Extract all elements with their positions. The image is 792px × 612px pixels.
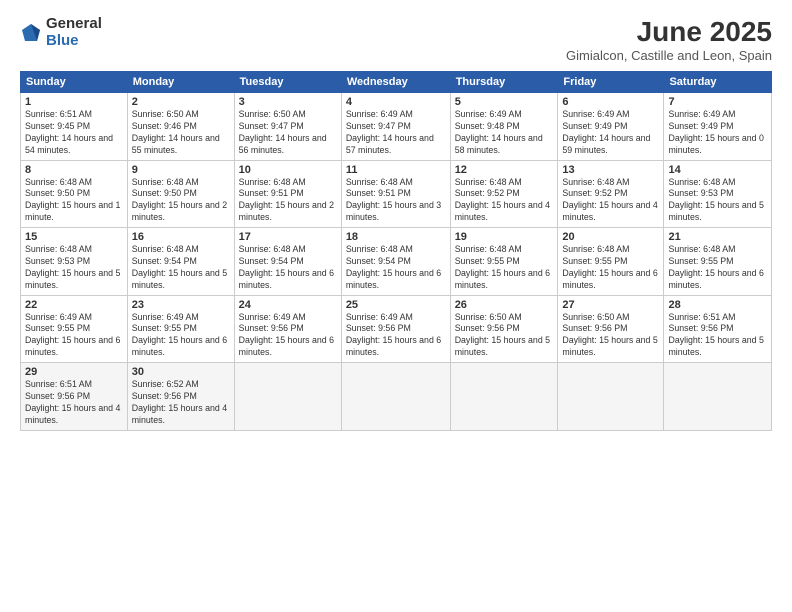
main-title: June 2025 <box>566 16 772 48</box>
week-1: 1 Sunrise: 6:51 AMSunset: 9:45 PMDayligh… <box>21 93 772 161</box>
empty-3 <box>450 363 558 431</box>
logo-icon <box>20 22 42 44</box>
day-20: 20 Sunrise: 6:48 AMSunset: 9:55 PMDaylig… <box>558 228 664 296</box>
week-5: 29 Sunrise: 6:51 AMSunset: 9:56 PMDaylig… <box>21 363 772 431</box>
week-2: 8 Sunrise: 6:48 AMSunset: 9:50 PMDayligh… <box>21 160 772 228</box>
day-17: 17 Sunrise: 6:48 AMSunset: 9:54 PMDaylig… <box>234 228 341 296</box>
logo-blue: Blue <box>46 33 102 50</box>
day-4: 4 Sunrise: 6:49 AMSunset: 9:47 PMDayligh… <box>341 93 450 161</box>
subtitle: Gimialcon, Castille and Leon, Spain <box>566 48 772 63</box>
day-13: 13 Sunrise: 6:48 AMSunset: 9:52 PMDaylig… <box>558 160 664 228</box>
day-11: 11 Sunrise: 6:48 AMSunset: 9:51 PMDaylig… <box>341 160 450 228</box>
day-23: 23 Sunrise: 6:49 AMSunset: 9:55 PMDaylig… <box>127 295 234 363</box>
logo: General Blue <box>20 16 102 49</box>
calendar: Sunday Monday Tuesday Wednesday Thursday… <box>20 71 772 431</box>
title-block: June 2025 Gimialcon, Castille and Leon, … <box>566 16 772 63</box>
day-18: 18 Sunrise: 6:48 AMSunset: 9:54 PMDaylig… <box>341 228 450 296</box>
week-3: 15 Sunrise: 6:48 AMSunset: 9:53 PMDaylig… <box>21 228 772 296</box>
empty-4 <box>558 363 664 431</box>
day-25: 25 Sunrise: 6:49 AMSunset: 9:56 PMDaylig… <box>341 295 450 363</box>
empty-5 <box>664 363 772 431</box>
header-row: Sunday Monday Tuesday Wednesday Thursday… <box>21 72 772 93</box>
col-sunday: Sunday <box>21 72 128 93</box>
day-5: 5 Sunrise: 6:49 AMSunset: 9:48 PMDayligh… <box>450 93 558 161</box>
day-28: 28 Sunrise: 6:51 AMSunset: 9:56 PMDaylig… <box>664 295 772 363</box>
day-6: 6 Sunrise: 6:49 AMSunset: 9:49 PMDayligh… <box>558 93 664 161</box>
col-tuesday: Tuesday <box>234 72 341 93</box>
empty-1 <box>234 363 341 431</box>
day-27: 27 Sunrise: 6:50 AMSunset: 9:56 PMDaylig… <box>558 295 664 363</box>
day-14: 14 Sunrise: 6:48 AMSunset: 9:53 PMDaylig… <box>664 160 772 228</box>
col-wednesday: Wednesday <box>341 72 450 93</box>
col-monday: Monday <box>127 72 234 93</box>
day-10: 10 Sunrise: 6:48 AMSunset: 9:51 PMDaylig… <box>234 160 341 228</box>
col-friday: Friday <box>558 72 664 93</box>
day-1: 1 Sunrise: 6:51 AMSunset: 9:45 PMDayligh… <box>21 93 128 161</box>
day-26: 26 Sunrise: 6:50 AMSunset: 9:56 PMDaylig… <box>450 295 558 363</box>
day-29: 29 Sunrise: 6:51 AMSunset: 9:56 PMDaylig… <box>21 363 128 431</box>
logo-text: General Blue <box>46 16 102 49</box>
day-7: 7 Sunrise: 6:49 AMSunset: 9:49 PMDayligh… <box>664 93 772 161</box>
col-saturday: Saturday <box>664 72 772 93</box>
empty-2 <box>341 363 450 431</box>
day-3: 3 Sunrise: 6:50 AMSunset: 9:47 PMDayligh… <box>234 93 341 161</box>
day-15: 15 Sunrise: 6:48 AMSunset: 9:53 PMDaylig… <box>21 228 128 296</box>
col-thursday: Thursday <box>450 72 558 93</box>
header: General Blue June 2025 Gimialcon, Castil… <box>20 16 772 63</box>
day-2: 2 Sunrise: 6:50 AMSunset: 9:46 PMDayligh… <box>127 93 234 161</box>
day-12: 12 Sunrise: 6:48 AMSunset: 9:52 PMDaylig… <box>450 160 558 228</box>
day-9: 9 Sunrise: 6:48 AMSunset: 9:50 PMDayligh… <box>127 160 234 228</box>
day-8: 8 Sunrise: 6:48 AMSunset: 9:50 PMDayligh… <box>21 160 128 228</box>
logo-general: General <box>46 16 102 33</box>
day-16: 16 Sunrise: 6:48 AMSunset: 9:54 PMDaylig… <box>127 228 234 296</box>
page: General Blue June 2025 Gimialcon, Castil… <box>0 0 792 612</box>
week-4: 22 Sunrise: 6:49 AMSunset: 9:55 PMDaylig… <box>21 295 772 363</box>
day-22: 22 Sunrise: 6:49 AMSunset: 9:55 PMDaylig… <box>21 295 128 363</box>
day-30: 30 Sunrise: 6:52 AMSunset: 9:56 PMDaylig… <box>127 363 234 431</box>
day-19: 19 Sunrise: 6:48 AMSunset: 9:55 PMDaylig… <box>450 228 558 296</box>
day-21: 21 Sunrise: 6:48 AMSunset: 9:55 PMDaylig… <box>664 228 772 296</box>
day-24: 24 Sunrise: 6:49 AMSunset: 9:56 PMDaylig… <box>234 295 341 363</box>
